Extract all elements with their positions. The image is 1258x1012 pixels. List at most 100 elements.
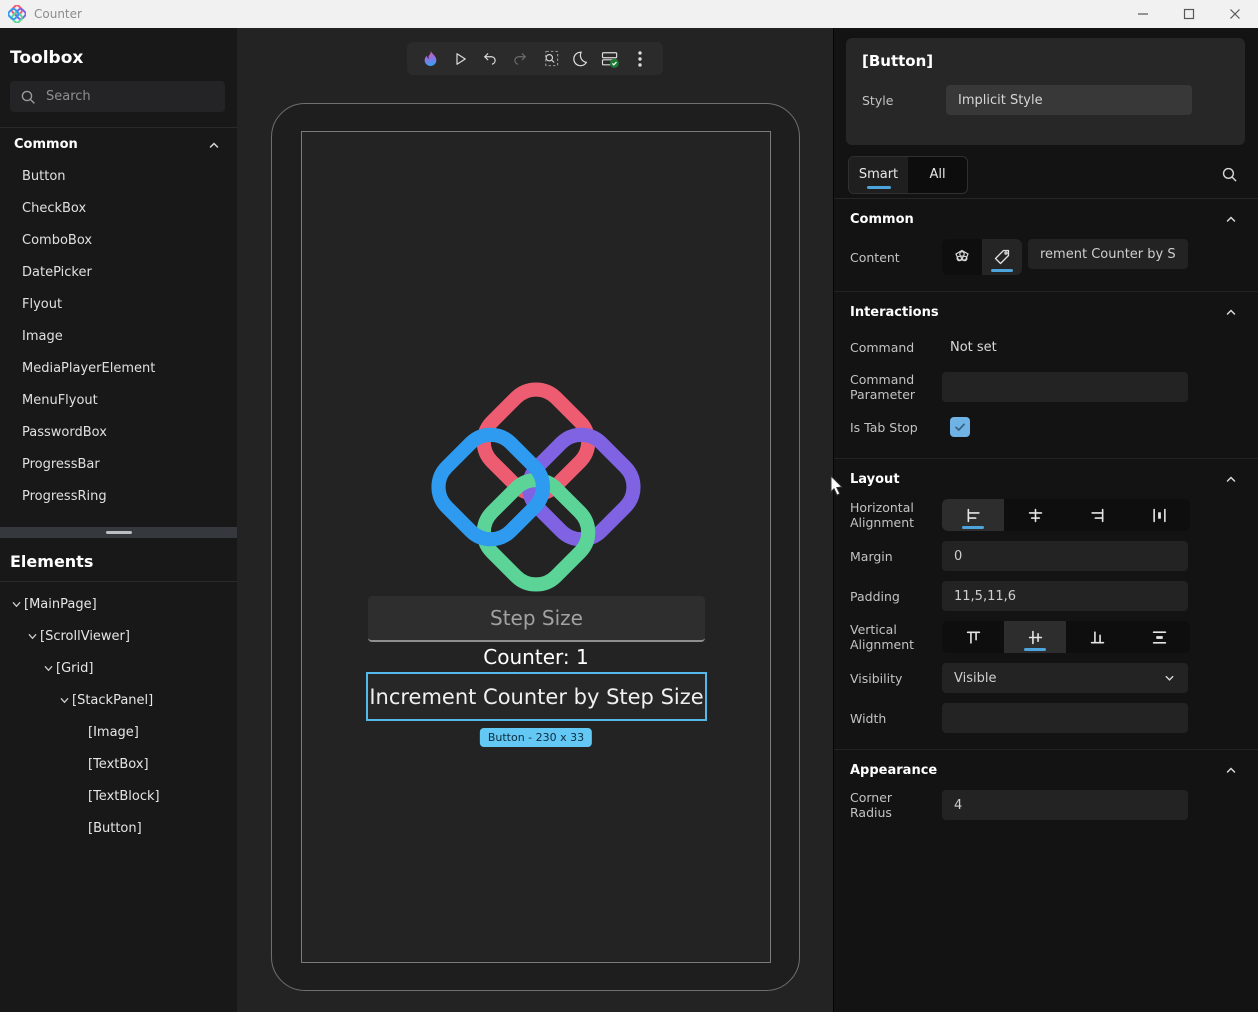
tree-node[interactable]: [TextBox] bbox=[0, 748, 237, 780]
hot-reload-button[interactable] bbox=[415, 44, 445, 74]
valign-center-button[interactable] bbox=[1004, 621, 1066, 653]
section-appearance-header[interactable]: Appearance bbox=[850, 750, 1238, 790]
content-input[interactable] bbox=[1028, 239, 1188, 269]
binding-icon bbox=[955, 249, 969, 262]
command-parameter-input[interactable] bbox=[942, 372, 1188, 402]
toolbox-item[interactable]: MediaPlayerElement bbox=[0, 353, 237, 385]
section-interactions-header[interactable]: Interactions bbox=[850, 292, 1238, 332]
connection-status-button[interactable] bbox=[595, 44, 625, 74]
tree-node[interactable]: [StackPanel] bbox=[0, 684, 237, 716]
zoom-selection-button[interactable] bbox=[535, 44, 565, 74]
redo-icon bbox=[514, 52, 526, 65]
check-icon bbox=[955, 423, 965, 431]
command-value[interactable]: Not set bbox=[942, 340, 1238, 355]
corner-radius-input[interactable] bbox=[942, 790, 1188, 820]
more-options-button[interactable] bbox=[625, 44, 655, 74]
tree-node[interactable]: [Button] bbox=[0, 812, 237, 844]
chevron-down-icon bbox=[44, 665, 52, 671]
step-size-textbox[interactable]: Step Size bbox=[368, 596, 705, 642]
valign-top-button[interactable] bbox=[942, 621, 1004, 653]
toolbox-item[interactable]: PasswordBox bbox=[0, 417, 237, 449]
play-button[interactable] bbox=[445, 44, 475, 74]
toolbox-item[interactable]: ProgressBar bbox=[0, 449, 237, 481]
increment-button[interactable]: Increment Counter by Step Size bbox=[366, 672, 707, 721]
align-top-icon bbox=[966, 631, 980, 644]
tree-node[interactable]: [ScrollViewer] bbox=[0, 620, 237, 652]
designer-toolbar bbox=[407, 42, 663, 75]
undo-button[interactable] bbox=[475, 44, 505, 74]
search-input[interactable] bbox=[46, 89, 196, 104]
halign-center-button[interactable] bbox=[1004, 499, 1066, 531]
selection-size-badge: Button - 230 x 33 bbox=[479, 728, 593, 747]
valign-stretch-button[interactable] bbox=[1128, 621, 1190, 653]
minimize-button[interactable] bbox=[1120, 0, 1166, 28]
style-input[interactable] bbox=[946, 85, 1192, 115]
tab-all[interactable]: All bbox=[908, 157, 967, 193]
redo-button[interactable] bbox=[505, 44, 535, 74]
properties-panel: [Button] Style Smart All Common Content bbox=[833, 28, 1258, 1012]
tree-node[interactable]: [Image] bbox=[0, 716, 237, 748]
halign-right-button[interactable] bbox=[1066, 499, 1128, 531]
app-logo-icon bbox=[8, 5, 26, 23]
tree-node[interactable]: [MainPage] bbox=[0, 588, 237, 620]
halign-stretch-button[interactable] bbox=[1128, 499, 1190, 531]
stretch-vertical-icon bbox=[1152, 630, 1166, 644]
toolbox-search[interactable] bbox=[10, 81, 225, 112]
content-label: Content bbox=[850, 249, 900, 265]
section-layout: Layout Horizontal Alignment Margin 0 Pad… bbox=[834, 459, 1258, 750]
chevron-up-icon bbox=[1226, 767, 1236, 773]
maximize-button[interactable] bbox=[1166, 0, 1212, 28]
stretch-horizontal-icon bbox=[1152, 508, 1166, 522]
command-parameter-label: Command Parameter bbox=[850, 372, 916, 402]
padding-input[interactable] bbox=[942, 581, 1188, 611]
literal-mode-button[interactable] bbox=[982, 239, 1022, 275]
margin-input[interactable] bbox=[942, 541, 1188, 571]
visibility-select[interactable]: Visible bbox=[942, 663, 1188, 693]
width-input[interactable] bbox=[942, 703, 1188, 733]
align-bottom-icon bbox=[1090, 630, 1104, 643]
valign-bottom-button[interactable] bbox=[1066, 621, 1128, 653]
panel-splitter[interactable] bbox=[0, 527, 237, 538]
toolbox-item[interactable]: Button bbox=[0, 161, 237, 193]
section-common: Common Content bbox=[834, 199, 1258, 292]
toolbox-list: Button CheckBox ComboBox DatePicker Flyout Im… bbox=[0, 161, 237, 513]
toolbox-panel: Toolbox Common ButtonCheckBoxComboBoxDat… bbox=[0, 28, 237, 1012]
app-logo-image[interactable] bbox=[423, 374, 649, 600]
tag-icon bbox=[994, 249, 1010, 265]
theme-toggle-button[interactable] bbox=[565, 44, 595, 74]
section-common-header[interactable]: Common bbox=[850, 199, 1238, 239]
align-center-horizontal-icon bbox=[1028, 508, 1042, 522]
toolbox-item[interactable]: DatePicker bbox=[0, 257, 237, 289]
selected-element-card: [Button] Style bbox=[846, 38, 1245, 145]
chevron-up-icon bbox=[1226, 216, 1236, 222]
toolbox-item[interactable]: ComboBox bbox=[0, 225, 237, 257]
close-button[interactable] bbox=[1212, 0, 1258, 28]
selected-element-title: [Button] bbox=[862, 52, 934, 70]
toolbox-item[interactable]: Flyout bbox=[0, 289, 237, 321]
properties-search-button[interactable] bbox=[1214, 160, 1244, 190]
tab-smart[interactable]: Smart bbox=[849, 156, 908, 193]
app-preview-screen[interactable]: Step Size Counter: 1 Increment Counter b… bbox=[301, 131, 771, 963]
corner-radius-label: Corner Radius bbox=[850, 790, 893, 820]
is-tab-stop-checkbox[interactable] bbox=[950, 417, 970, 437]
chevron-down-icon bbox=[1165, 675, 1174, 681]
tree-node[interactable]: [TextBlock] bbox=[0, 780, 237, 812]
command-label: Command bbox=[850, 339, 915, 355]
toolbox-item[interactable]: CheckBox bbox=[0, 193, 237, 225]
toolbox-item[interactable]: ProgressRing bbox=[0, 481, 237, 513]
binding-mode-button[interactable] bbox=[942, 239, 982, 275]
toolbox-section-common[interactable]: Common bbox=[0, 128, 237, 161]
play-icon bbox=[456, 52, 466, 65]
toolbox-item[interactable]: Image bbox=[0, 321, 237, 353]
window-title: Counter bbox=[34, 7, 82, 21]
tree-node[interactable]: [Grid] bbox=[0, 652, 237, 684]
section-interactions: Interactions Command Not set Command Par… bbox=[834, 292, 1258, 459]
design-canvas[interactable]: Step Size Counter: 1 Increment Counter b… bbox=[237, 28, 833, 1012]
style-label: Style bbox=[862, 92, 894, 108]
halign-left-button[interactable] bbox=[942, 499, 1004, 531]
align-left-icon bbox=[967, 508, 980, 522]
device-frame: Step Size Counter: 1 Increment Counter b… bbox=[271, 103, 800, 991]
section-layout-header[interactable]: Layout bbox=[850, 459, 1238, 499]
toolbox-item[interactable]: MenuFlyout bbox=[0, 385, 237, 417]
title-bar: Counter bbox=[0, 0, 1258, 28]
